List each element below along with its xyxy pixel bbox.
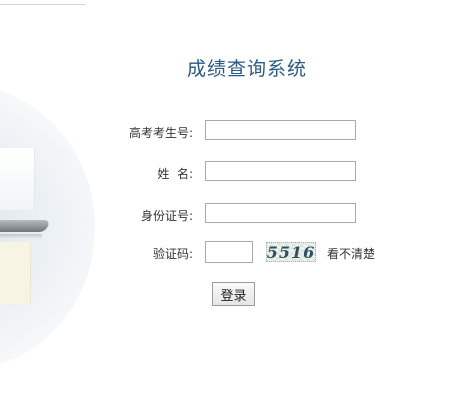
id-number-row: 身份证号: (0, 202, 474, 226)
id-number-input[interactable] (205, 203, 356, 223)
exam-number-input[interactable] (205, 120, 356, 140)
exam-number-row: 高考考生号: (0, 119, 474, 143)
login-button[interactable]: 登录 (212, 282, 255, 306)
captcha-row: 验证码: 5516 看不清楚 (0, 240, 474, 264)
top-divider (0, 4, 86, 5)
name-row: 姓 名: (0, 160, 474, 184)
name-label: 姓 名: (157, 167, 193, 181)
captcha-image[interactable]: 5516 (266, 242, 316, 262)
id-number-label: 身份证号: (140, 209, 193, 223)
page-title: 成绩查询系统 (0, 54, 474, 81)
name-input[interactable] (205, 161, 356, 181)
exam-number-label: 高考考生号: (128, 126, 193, 140)
captcha-label: 验证码: (152, 247, 193, 261)
page-title-text: 成绩查询系统 (186, 58, 307, 80)
captcha-input[interactable] (205, 241, 253, 263)
captcha-text: 5516 (266, 242, 316, 262)
laptop-shadow (0, 234, 42, 239)
refresh-captcha-link[interactable]: 看不清楚 (327, 245, 375, 262)
